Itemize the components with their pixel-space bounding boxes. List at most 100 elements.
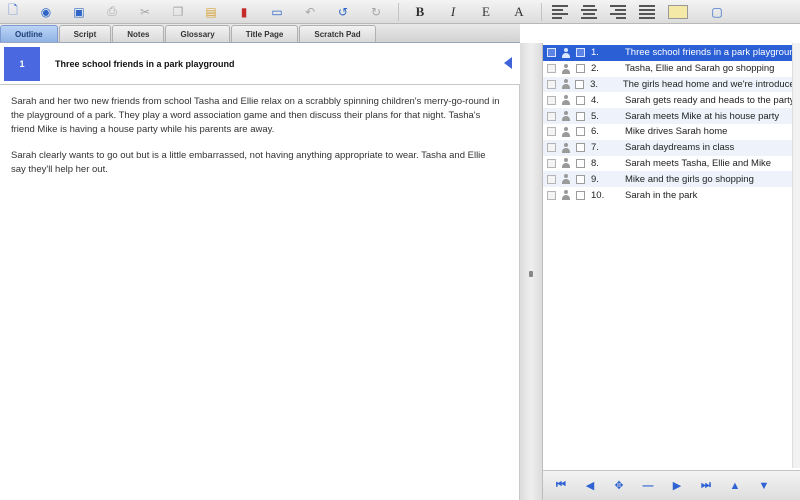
scene-list-title: The girls head home and we're introduced xyxy=(622,78,800,90)
scene-list-row[interactable]: 7. Sarah daydreams in class xyxy=(543,139,800,156)
scene-marker-icon[interactable] xyxy=(547,48,556,58)
highlight-color-icon[interactable] xyxy=(668,4,688,19)
scene-list-row[interactable]: 6. Mike drives Sarah home xyxy=(543,124,800,140)
scene-title[interactable]: Three school friends in a park playgroun… xyxy=(55,59,235,69)
scene-marker-icon[interactable] xyxy=(547,127,556,137)
collapse-arrow-icon[interactable] xyxy=(504,57,512,69)
scene-list-row[interactable]: 5. Sarah meets Mike at his house party xyxy=(543,108,800,124)
scene-number-badge: 1 xyxy=(4,46,40,81)
bold-button[interactable]: B xyxy=(409,2,431,22)
scene-marker-icon[interactable] xyxy=(547,190,556,200)
scene-checkbox[interactable] xyxy=(576,95,585,105)
scene-list-row[interactable]: 3. The girls head home and we're introduc… xyxy=(543,76,800,93)
scene-list-title: Three school friends in a park playgroun… xyxy=(625,47,800,59)
tab-title-page[interactable]: Title Page xyxy=(230,25,299,42)
character-icon xyxy=(561,158,571,169)
pane-splitter[interactable] xyxy=(520,43,543,500)
scene-list-number: 8. xyxy=(591,157,599,169)
tab-bar: Outline Script Notes Glossary Title Page Scra… xyxy=(0,24,520,43)
scene-header[interactable]: 1 Three school friends in a park playgro… xyxy=(0,43,520,85)
tab-script[interactable]: Script xyxy=(58,25,112,42)
character-icon xyxy=(561,190,571,201)
align-left-icon[interactable] xyxy=(552,4,568,19)
print-icon[interactable]: ⎙ xyxy=(101,2,123,22)
scene-checkbox[interactable] xyxy=(576,158,585,168)
back-icon[interactable]: ↶ xyxy=(299,2,321,22)
scene-description[interactable]: Sarah and her two new friends from schoo… xyxy=(11,95,501,189)
scene-marker-icon[interactable] xyxy=(547,79,556,89)
scene-list-row[interactable]: 1. Three school friends in a park playgro… xyxy=(543,45,800,61)
minus-icon[interactable]: — xyxy=(638,476,658,496)
splitter-grip-icon[interactable] xyxy=(529,271,533,277)
scene-marker-icon[interactable] xyxy=(547,95,556,105)
scene-list-title: Mike drives Sarah home xyxy=(625,126,728,138)
scene-navigation-bar: ⏮ ◀ ✥ — ▶ ⏭ ▲ ▼ xyxy=(543,470,800,500)
scene-list-row[interactable]: 4. Sarah gets ready and heads to the part… xyxy=(543,92,800,108)
next-icon[interactable]: ▶ xyxy=(667,476,687,496)
scene-checkbox[interactable] xyxy=(576,48,585,58)
scene-list-row[interactable]: 9. Mike and the girls go shopping xyxy=(543,171,800,188)
previous-icon[interactable]: ◀ xyxy=(580,476,600,496)
character-icon xyxy=(561,79,571,90)
scene-list-row[interactable]: 10. Sarah in the park xyxy=(543,187,800,203)
scene-checkbox[interactable] xyxy=(576,174,585,184)
paste-icon[interactable]: ▤ xyxy=(200,2,222,22)
window-icon[interactable]: ▢ xyxy=(706,2,728,22)
scene-checkbox[interactable] xyxy=(576,190,585,200)
italic-button[interactable]: I xyxy=(442,2,464,22)
character-icon xyxy=(561,63,571,74)
tab-glossary[interactable]: Glossary xyxy=(165,25,230,42)
outline-pane: 1 Three school friends in a park playgro… xyxy=(0,43,520,500)
scene-list-number: 7. xyxy=(591,142,599,154)
tab-outline[interactable]: Outline xyxy=(0,25,58,42)
scene-list-title: Sarah in the park xyxy=(625,189,698,201)
scene-checkbox[interactable] xyxy=(576,143,585,153)
scene-checkbox[interactable] xyxy=(576,127,585,137)
redo-icon[interactable]: ↻ xyxy=(365,2,387,22)
strike-button[interactable]: E xyxy=(475,2,497,22)
scene-list-title: Sarah meets Tasha, Ellie and Mike xyxy=(625,157,772,169)
book-icon[interactable]: ▮ xyxy=(233,2,255,22)
scene-list-row[interactable]: 8. Sarah meets Tasha, Ellie and Mike xyxy=(543,156,800,172)
scene-list-number: 1. xyxy=(591,47,599,59)
first-icon[interactable]: ⏮ xyxy=(551,476,571,496)
undo-icon[interactable]: ↺ xyxy=(332,2,354,22)
scene-list-row[interactable]: 2. Tasha, Ellie and Sarah go shopping xyxy=(543,61,800,77)
toolbar-separator xyxy=(541,2,542,21)
align-center-icon[interactable] xyxy=(581,4,597,19)
up-icon[interactable]: ▲ xyxy=(725,476,745,496)
open-icon[interactable]: ◉ xyxy=(35,2,57,22)
last-icon[interactable]: ⏭ xyxy=(696,476,716,496)
scene-checkbox[interactable] xyxy=(575,79,585,89)
cut-icon[interactable]: ✂ xyxy=(134,2,156,22)
scene-list-number: 6. xyxy=(591,126,599,138)
scene-list-number: 4. xyxy=(591,94,599,106)
scene-list: 1. Three school friends in a park playgro… xyxy=(543,45,800,203)
scene-checkbox[interactable] xyxy=(576,64,585,74)
tab-notes[interactable]: Notes xyxy=(112,25,165,42)
align-justify-icon[interactable] xyxy=(639,4,655,19)
scene-list-title: Tasha, Ellie and Sarah go shopping xyxy=(625,63,775,75)
copy-icon[interactable]: ❐ xyxy=(167,2,189,22)
scene-marker-icon[interactable] xyxy=(547,143,556,153)
move-icon[interactable]: ✥ xyxy=(609,476,629,496)
scene-marker-icon[interactable] xyxy=(547,111,556,121)
scene-list-scrollbar[interactable] xyxy=(792,43,800,468)
character-icon xyxy=(561,174,571,185)
align-right-icon[interactable] xyxy=(610,4,626,19)
tab-scratch-pad[interactable]: Scratch Pad xyxy=(299,25,376,42)
monitor-icon[interactable]: ▭ xyxy=(266,2,288,22)
scene-checkbox[interactable] xyxy=(576,111,585,121)
scene-marker-icon[interactable] xyxy=(547,174,556,184)
scene-marker-icon[interactable] xyxy=(547,64,556,74)
scene-list-title: Mike and the girls go shopping xyxy=(625,173,754,185)
new-document-icon[interactable]: 🗋 xyxy=(2,2,24,22)
save-icon[interactable]: ▣ xyxy=(68,2,90,22)
underline-button[interactable]: A xyxy=(508,2,530,22)
toolbar: 🗋 ◉ ▣ ⎙ ✂ ❐ ▤ ▮ ▭ ↶ ↺ ↻ B I E A ▢ xyxy=(0,0,800,24)
down-icon[interactable]: ▼ xyxy=(754,476,774,496)
scene-list-number: 5. xyxy=(591,110,599,122)
scene-marker-icon[interactable] xyxy=(547,158,556,168)
character-icon xyxy=(561,126,571,137)
character-icon xyxy=(561,142,571,153)
